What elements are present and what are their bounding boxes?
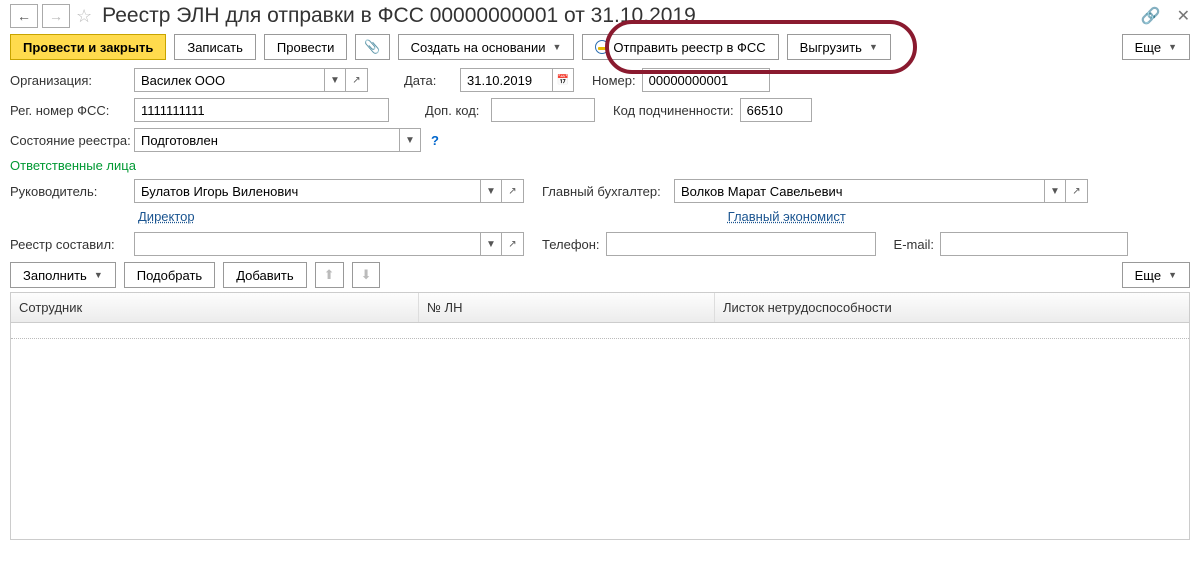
forward-button[interactable]: →	[42, 4, 70, 28]
table-body[interactable]	[11, 323, 1189, 539]
state-label: Состояние реестра:	[10, 133, 128, 148]
back-button[interactable]: ←	[10, 4, 38, 28]
export-button[interactable]: Выгрузить▼	[787, 34, 891, 60]
move-down-button[interactable]: ⬇	[352, 262, 381, 288]
chevron-down-icon: ▼	[869, 42, 878, 52]
acc-label: Главный бухгалтер:	[542, 184, 668, 199]
org-dropdown-btn[interactable]: ▼	[324, 68, 346, 92]
chevron-down-icon: ▼	[1168, 270, 1177, 280]
head-input[interactable]	[134, 179, 480, 203]
org-input[interactable]	[134, 68, 324, 92]
acc-dropdown-btn[interactable]: ▼	[1044, 179, 1066, 203]
head-dropdown-btn[interactable]: ▼	[480, 179, 502, 203]
chevron-down-icon: ▼	[552, 42, 561, 52]
number-input[interactable]	[642, 68, 770, 92]
email-label: E-mail:	[894, 237, 934, 252]
number-label: Номер:	[592, 73, 636, 88]
table-header: Сотрудник № ЛН Листок нетрудоспособности	[11, 293, 1189, 323]
phone-label: Телефон:	[542, 237, 600, 252]
compiled-input-group: ▼ ↗	[134, 232, 524, 256]
compiled-input[interactable]	[134, 232, 480, 256]
close-icon[interactable]: ✕	[1177, 6, 1190, 26]
arrow-up-icon: ⬆	[324, 267, 335, 283]
main-toolbar: Провести и закрыть Записать Провести 📎 С…	[10, 34, 1190, 60]
post-and-close-button[interactable]: Провести и закрыть	[10, 34, 166, 60]
post-button[interactable]: Провести	[264, 34, 348, 60]
addcode-input[interactable]	[491, 98, 595, 122]
window-header: ← → ☆ Реестр ЭЛН для отправки в ФСС 0000…	[10, 4, 1190, 28]
phone-input[interactable]	[606, 232, 876, 256]
add-button[interactable]: Добавить	[223, 262, 306, 288]
table-empty-row	[11, 323, 1189, 339]
chevron-down-icon: ▼	[94, 270, 103, 280]
compiled-open-btn[interactable]: ↗	[502, 232, 524, 256]
move-up-button[interactable]: ⬆	[315, 262, 344, 288]
compiled-label: Реестр составил:	[10, 237, 128, 252]
page-title: Реестр ЭЛН для отправки в ФСС 0000000000…	[102, 4, 696, 28]
send-to-fss-button[interactable]: Отправить реестр в ФСС	[582, 34, 778, 60]
acc-input[interactable]	[674, 179, 1044, 203]
email-input[interactable]	[940, 232, 1128, 256]
head-input-group: ▼ ↗	[134, 179, 524, 203]
date-input[interactable]	[460, 68, 552, 92]
head-open-btn[interactable]: ↗	[502, 179, 524, 203]
org-open-btn[interactable]: ↗	[346, 68, 368, 92]
paperclip-icon: 📎	[364, 39, 380, 55]
help-icon[interactable]: ?	[431, 133, 439, 148]
table-more-button[interactable]: Еще▼	[1122, 262, 1190, 288]
acc-role-link[interactable]: Главный экономист	[728, 209, 846, 224]
state-input-group: ▼	[134, 128, 421, 152]
head-label: Руководитель:	[10, 184, 128, 199]
head-role-link[interactable]: Директор	[138, 209, 195, 224]
globe-icon	[595, 40, 609, 54]
favorite-star-icon[interactable]: ☆	[74, 6, 94, 27]
more-button[interactable]: Еще▼	[1122, 34, 1190, 60]
fill-button[interactable]: Заполнить▼	[10, 262, 116, 288]
reg-input[interactable]	[134, 98, 389, 122]
org-label: Организация:	[10, 73, 128, 88]
calendar-btn[interactable]: 📅	[552, 68, 574, 92]
addcode-label: Доп. код:	[425, 103, 485, 118]
data-table: Сотрудник № ЛН Листок нетрудоспособности	[10, 292, 1190, 540]
col-ln-number[interactable]: № ЛН	[419, 293, 715, 322]
col-sick-list[interactable]: Листок нетрудоспособности	[715, 293, 1189, 322]
chevron-down-icon: ▼	[1168, 42, 1177, 52]
state-input[interactable]	[134, 128, 399, 152]
acc-input-group: ▼ ↗	[674, 179, 1088, 203]
write-button[interactable]: Записать	[174, 34, 256, 60]
pick-button[interactable]: Подобрать	[124, 262, 215, 288]
compiled-dropdown-btn[interactable]: ▼	[480, 232, 502, 256]
reg-label: Рег. номер ФСС:	[10, 103, 128, 118]
acc-open-btn[interactable]: ↗	[1066, 179, 1088, 203]
table-toolbar: Заполнить▼ Подобрать Добавить ⬆ ⬇ Еще▼	[10, 262, 1190, 288]
date-input-group: 📅	[460, 68, 574, 92]
create-based-on-button[interactable]: Создать на основании▼	[398, 34, 575, 60]
link-icon[interactable]: 🔗	[1141, 6, 1161, 26]
subord-input[interactable]	[740, 98, 812, 122]
org-input-group: ▼ ↗	[134, 68, 368, 92]
subord-label: Код подчиненности:	[613, 103, 734, 118]
state-dropdown-btn[interactable]: ▼	[399, 128, 421, 152]
date-label: Дата:	[404, 73, 454, 88]
responsible-section-title: Ответственные лица	[10, 158, 1190, 173]
arrow-down-icon: ⬇	[361, 267, 372, 283]
attach-button[interactable]: 📎	[355, 34, 389, 60]
col-employee[interactable]: Сотрудник	[11, 293, 419, 322]
